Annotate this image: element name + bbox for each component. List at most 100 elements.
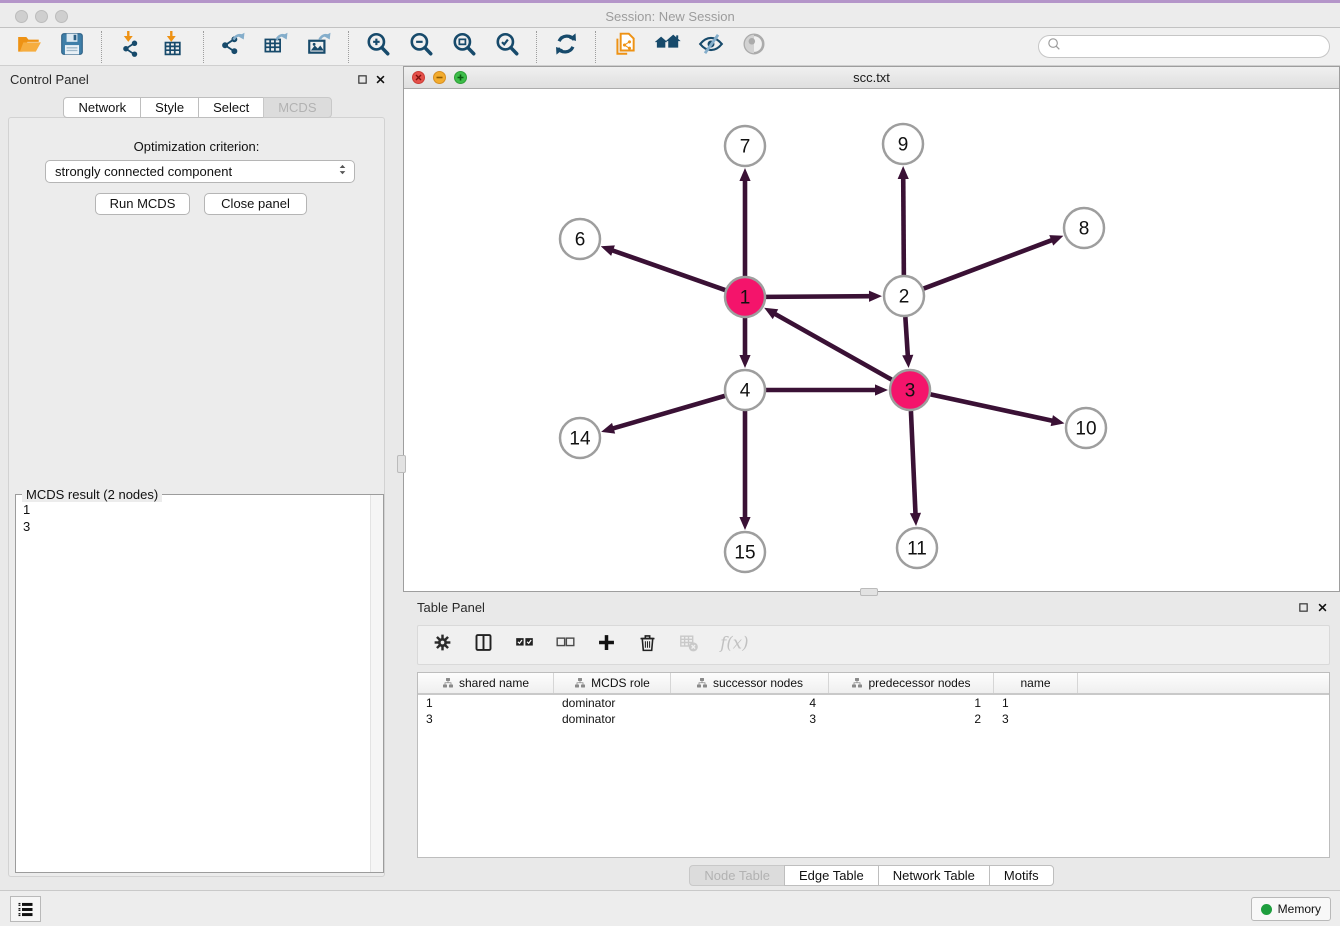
import-table-button[interactable]: [160, 33, 188, 61]
search-input[interactable]: [1063, 37, 1329, 57]
control-tab-network[interactable]: Network: [63, 97, 141, 118]
import-network-button[interactable]: [117, 33, 145, 61]
graph-edge-4-3[interactable]: [766, 384, 888, 395]
float-panel-icon[interactable]: [356, 73, 369, 86]
cell-MCDS-role: dominator: [554, 696, 671, 710]
network-canvas[interactable]: 7 9 6 8 1 2 4 3 14 10 15 11: [404, 89, 1339, 591]
graph-edge-3-10[interactable]: [931, 394, 1065, 426]
mcds-result-box: MCDS result (2 nodes) 13: [15, 494, 384, 873]
table-float-icon[interactable]: [1297, 601, 1310, 614]
graph-node-14[interactable]: 14: [560, 418, 600, 458]
function-builder-button: f(x): [717, 632, 751, 658]
column-visibility-button[interactable]: [471, 632, 495, 658]
graph-edge-2-8[interactable]: [924, 235, 1064, 288]
graph-edge-3-1[interactable]: [764, 308, 892, 380]
select-all-button[interactable]: [512, 632, 536, 658]
graph-node-11[interactable]: 11: [897, 528, 937, 568]
graph-node-4[interactable]: 4: [725, 370, 765, 410]
mcds-result-node: 1: [23, 501, 30, 518]
header-filler: [1078, 673, 1329, 693]
vizmapper-button[interactable]: [697, 33, 725, 61]
export-network-icon: [220, 31, 246, 62]
graph-edge-2-9[interactable]: [898, 166, 909, 275]
table-close-icon[interactable]: [1316, 601, 1329, 614]
hierarchy-icon: [851, 677, 863, 689]
apply-layout-button[interactable]: [552, 33, 580, 61]
table-row[interactable]: 1dominator411: [418, 695, 1329, 711]
eye-gray-icon: [741, 31, 767, 62]
table-tab-network-table[interactable]: Network Table: [878, 865, 990, 886]
graph-edge-1-6[interactable]: [601, 245, 725, 290]
graph-node-7[interactable]: 7: [725, 126, 765, 166]
column-label: name: [1020, 676, 1050, 690]
horizontal-splitter-handle[interactable]: [860, 588, 878, 596]
graph-node-9[interactable]: 9: [883, 124, 923, 164]
graph-edge-1-2[interactable]: [766, 291, 882, 302]
control-tab-select[interactable]: Select: [198, 97, 264, 118]
main-toolbar: [0, 28, 1340, 66]
graph-node-2[interactable]: 2: [884, 276, 924, 316]
table-panel-title: Table Panel: [417, 600, 485, 615]
control-tab-mcds[interactable]: MCDS: [263, 97, 331, 118]
graph-edge-4-15[interactable]: [739, 411, 750, 530]
toolbar-group: [203, 31, 348, 63]
folder-open-icon: [16, 31, 42, 62]
save-icon: [59, 31, 85, 62]
session-title: Session: New Session: [0, 9, 1340, 24]
deselect-all-button[interactable]: [553, 632, 577, 658]
vertical-splitter-handle[interactable]: [397, 455, 406, 473]
import-table-icon: [161, 31, 187, 62]
graph-node-1[interactable]: 1: [725, 277, 765, 317]
column-header-predecessor-nodes[interactable]: predecessor nodes: [829, 673, 994, 693]
show-graphics-button[interactable]: [740, 33, 768, 61]
graph-edge-2-3[interactable]: [902, 317, 913, 368]
zoom-fit-button[interactable]: [450, 33, 478, 61]
run-mcds-button[interactable]: Run MCDS: [95, 193, 190, 215]
network-window-title: scc.txt: [404, 70, 1339, 85]
graph-node-15[interactable]: 15: [725, 532, 765, 572]
toolbar-group: [0, 31, 101, 63]
hierarchy-icon: [442, 677, 454, 689]
show-panels-button[interactable]: [10, 896, 41, 922]
table-tab-node-table[interactable]: Node Table: [689, 865, 785, 886]
table-tab-motifs[interactable]: Motifs: [989, 865, 1054, 886]
graph-node-6[interactable]: 6: [560, 219, 600, 259]
graph-edge-1-7[interactable]: [739, 168, 750, 276]
table-tab-edge-table[interactable]: Edge Table: [784, 865, 879, 886]
search-box[interactable]: [1038, 35, 1330, 58]
control-tab-style[interactable]: Style: [140, 97, 199, 118]
zoom-in-icon: [365, 31, 391, 62]
column-header-shared-name[interactable]: shared name: [418, 673, 554, 693]
graph-edge-3-11[interactable]: [910, 411, 921, 526]
graph-node-3[interactable]: 3: [890, 370, 930, 410]
network-overview-button[interactable]: [611, 33, 639, 61]
table-settings-button[interactable]: [430, 632, 454, 658]
delete-column-button[interactable]: [635, 632, 659, 658]
table-row[interactable]: 3dominator323: [418, 711, 1329, 727]
save-session-button[interactable]: [58, 33, 86, 61]
cell-successor-nodes: 3: [671, 712, 829, 726]
column-header-name[interactable]: name: [994, 673, 1078, 693]
graph-edge-1-4[interactable]: [739, 318, 750, 368]
graph-node-10[interactable]: 10: [1066, 408, 1106, 448]
result-scrollbar[interactable]: [370, 495, 383, 872]
add-column-button[interactable]: [594, 632, 618, 658]
export-table-button[interactable]: [262, 33, 290, 61]
zoom-selected-button[interactable]: [493, 33, 521, 61]
graph-node-8[interactable]: 8: [1064, 208, 1104, 248]
column-header-successor-nodes[interactable]: successor nodes: [671, 673, 829, 693]
export-network-button[interactable]: [219, 33, 247, 61]
network-window-titlebar[interactable]: scc.txt: [404, 67, 1339, 89]
zoom-out-button[interactable]: [407, 33, 435, 61]
graph-edge-4-14[interactable]: [601, 396, 725, 434]
close-panel-button[interactable]: Close panel: [204, 193, 307, 215]
home-button[interactable]: [654, 33, 682, 61]
close-panel-icon[interactable]: [374, 73, 387, 86]
column-header-MCDS-role[interactable]: MCDS role: [554, 673, 671, 693]
criterion-dropdown[interactable]: strongly connected component: [45, 160, 355, 183]
memory-button[interactable]: Memory: [1251, 897, 1331, 921]
open-session-button[interactable]: [15, 33, 43, 61]
export-image-button[interactable]: [305, 33, 333, 61]
table-header-row: shared nameMCDS rolesuccessor nodesprede…: [418, 673, 1329, 695]
zoom-in-button[interactable]: [364, 33, 392, 61]
